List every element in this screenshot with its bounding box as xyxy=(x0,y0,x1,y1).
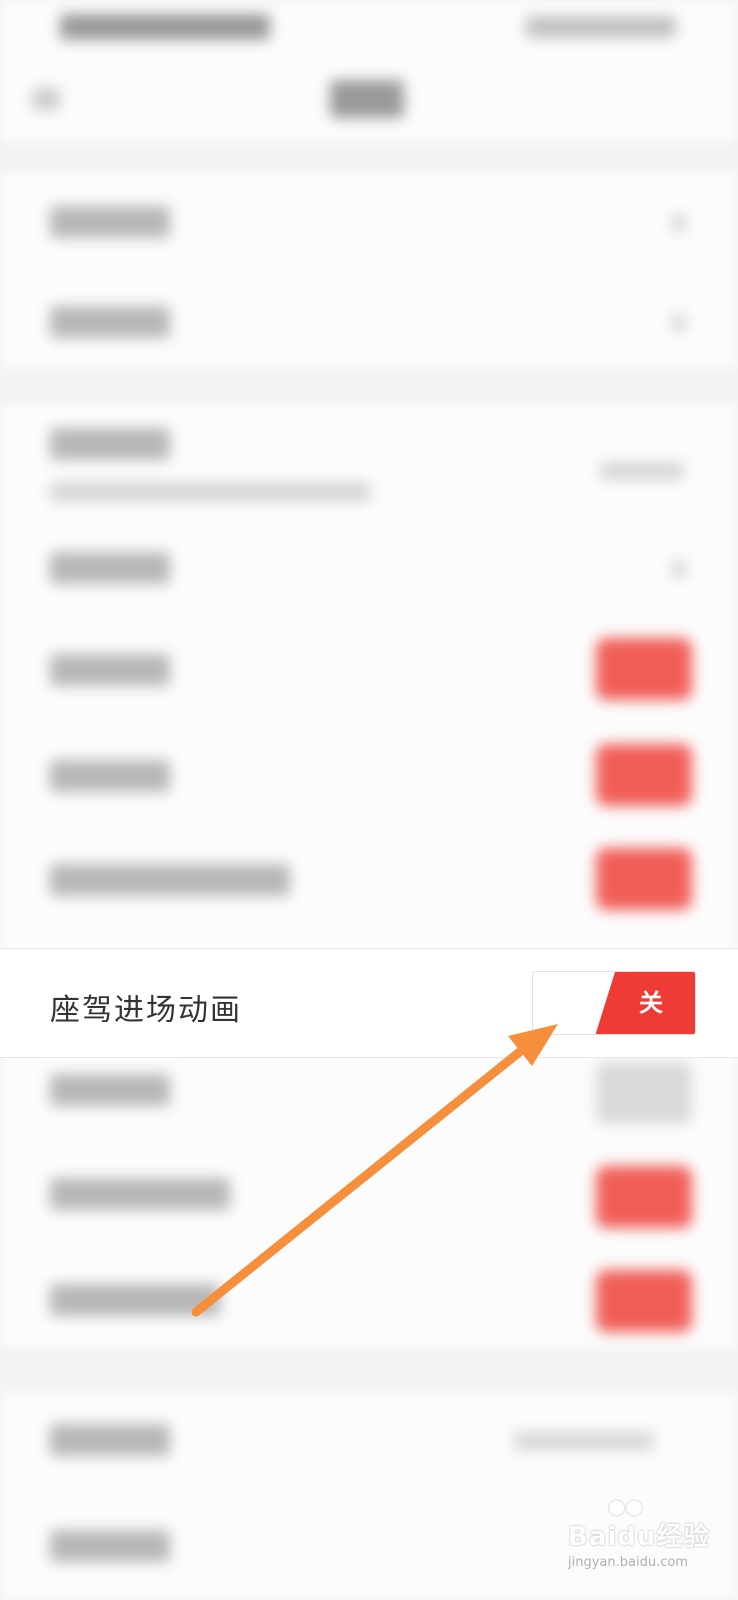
toggle-on[interactable] xyxy=(596,1270,692,1332)
watermark-url: jingyan.baidu.com xyxy=(568,1555,688,1570)
chevron-right-icon xyxy=(672,214,686,232)
nav-title xyxy=(330,80,404,118)
row-3-desc xyxy=(50,482,370,502)
row-5-label xyxy=(50,654,170,686)
row-8-label xyxy=(50,1074,170,1106)
watermark-brand: Baidu经验 xyxy=(568,1522,711,1552)
toggle-on[interactable] xyxy=(596,638,692,700)
blurred-background xyxy=(0,0,738,1600)
row-1-label xyxy=(50,206,170,238)
toggle-on[interactable] xyxy=(596,1166,692,1228)
setting-label: 座驾进场动画 xyxy=(50,993,242,1028)
row-9-label xyxy=(50,1178,230,1210)
settings-section-1 xyxy=(0,172,738,368)
setting-row-vehicle-entry-animation: 座驾进场动画 关 xyxy=(0,948,738,1058)
row-4-label xyxy=(50,552,170,584)
chevron-right-icon xyxy=(672,314,686,332)
row-3-label xyxy=(50,428,170,460)
toggle-off[interactable] xyxy=(596,1062,692,1124)
toggle-on[interactable] xyxy=(596,848,692,910)
row-11-label xyxy=(50,1424,170,1456)
toggle-on[interactable] xyxy=(596,744,692,806)
entry-animation-toggle[interactable]: 关 xyxy=(532,971,696,1035)
back-arrow-icon[interactable] xyxy=(32,88,60,110)
status-bar-left xyxy=(60,14,270,40)
row-3-value xyxy=(600,462,684,480)
row-2-label xyxy=(50,306,170,338)
status-bar-right xyxy=(526,16,676,38)
row-12-label xyxy=(50,1530,170,1562)
row-6-label xyxy=(50,760,170,792)
paw-logo-icon: ●● xyxy=(608,1494,643,1518)
row-7-label xyxy=(50,864,290,896)
row-11-value xyxy=(514,1432,654,1450)
row-10-label xyxy=(50,1284,220,1316)
watermark: ●● Baidu经验 jingyan.baidu.com xyxy=(568,1494,724,1586)
chevron-right-icon xyxy=(672,560,686,578)
settings-screen: 座驾进场动画 关 ●● Baidu经验 jingyan.baidu.com xyxy=(0,0,738,1600)
toggle-state-label: 关 xyxy=(639,989,663,1017)
